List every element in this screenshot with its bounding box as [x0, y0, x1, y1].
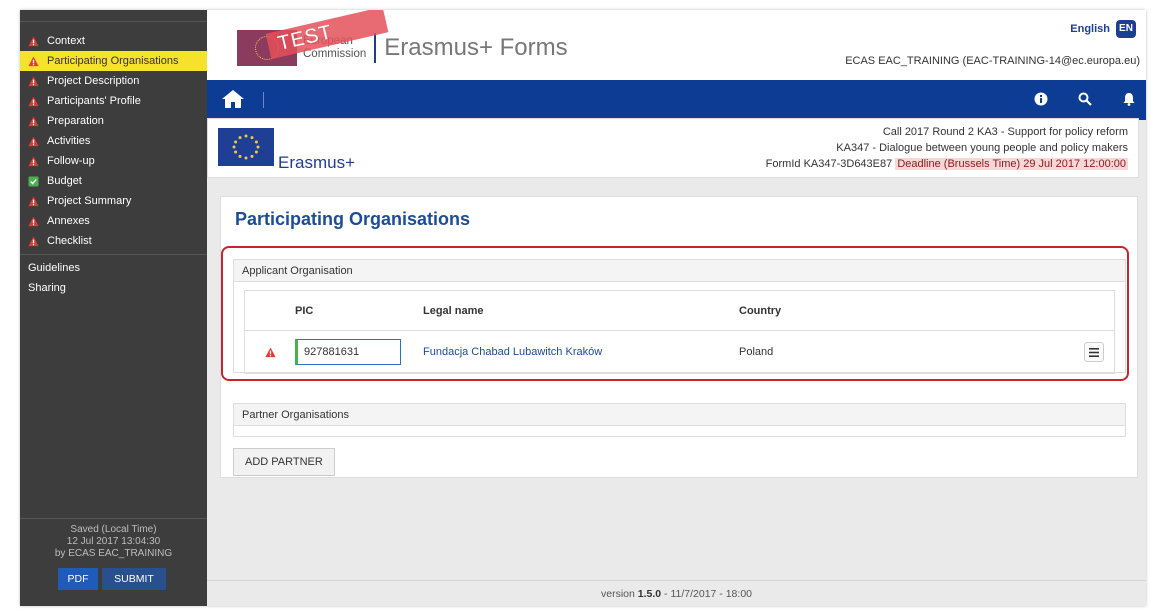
warning-icon	[28, 35, 39, 47]
sidebar-item-label: Follow-up	[47, 155, 95, 167]
warning-icon	[28, 215, 39, 227]
footer: version 1.5.0 - 11/7/2017 - 18:00	[207, 580, 1146, 606]
applicant-table: PIC Legal name Country Fundacja Chabad L…	[244, 290, 1115, 374]
sidebar-item-annexes[interactable]: Annexes	[20, 211, 207, 231]
sidebar-item-label: Annexes	[47, 215, 90, 227]
column-legal-name: Legal name	[423, 305, 484, 317]
call-details: Call 2017 Round 2 KA3 - Support for poli…	[766, 124, 1128, 172]
check-icon	[28, 175, 39, 187]
save-status-user: by ECAS EAC_TRAINING	[54, 548, 173, 559]
info-icon[interactable]	[1032, 90, 1050, 108]
sidebar-item-checklist[interactable]: Checklist	[20, 231, 207, 251]
warning-icon	[28, 235, 39, 247]
home-icon[interactable]	[221, 88, 247, 112]
sidebar-item-label: Budget	[47, 175, 82, 187]
sidebar-item-label: Preparation	[47, 115, 104, 127]
partner-heading: Partner Organisations	[234, 404, 1125, 426]
call-line: Call 2017 Round 2 KA3 - Support for poli…	[882, 126, 1128, 138]
bell-icon[interactable]	[1120, 90, 1138, 108]
save-status: Saved (Local Time) 12 Jul 2017 13:04:30 …	[20, 518, 207, 560]
sidebar-item-budget[interactable]: Budget	[20, 171, 207, 191]
legal-name-link[interactable]: Fundacja Chabad Lubawitch Kraków	[423, 346, 602, 358]
pic-input[interactable]	[295, 339, 401, 365]
sidebar-divider	[20, 254, 207, 255]
sidebar-top-divider	[20, 10, 207, 22]
sidebar-actions: PDF SUBMIT	[58, 568, 166, 590]
guidelines-link[interactable]: Guidelines	[20, 258, 207, 278]
applicant-section: Applicant Organisation PIC Legal name Co…	[233, 259, 1126, 374]
warning-icon	[28, 195, 39, 207]
sidebar-item-activities[interactable]: Activities	[20, 131, 207, 151]
warning-icon	[28, 75, 39, 87]
language-selector: English EN	[1070, 20, 1136, 38]
add-partner-button[interactable]: ADD PARTNER	[233, 448, 335, 476]
sidebar-item-label: Participating Organisations	[47, 55, 179, 67]
version-prefix: version	[601, 588, 638, 600]
sidebar-item-project-description[interactable]: Project Description	[20, 71, 207, 91]
page-title: Participating Organisations	[235, 209, 471, 229]
logo-divider	[374, 33, 377, 63]
warning-icon	[28, 155, 39, 167]
language-code-badge[interactable]: EN	[1116, 20, 1136, 38]
sidebar-item-follow-up[interactable]: Follow-up	[20, 151, 207, 171]
submit-button[interactable]: SUBMIT	[102, 568, 166, 590]
save-status-label: Saved (Local Time)	[70, 524, 157, 535]
form-id: FormId KA347-3D643E87	[765, 158, 893, 170]
nav-divider	[263, 92, 264, 108]
sidebar-item-preparation[interactable]: Preparation	[20, 111, 207, 131]
user-info: ECAS EAC_TRAINING (EAC-TRAINING-14@ec.eu…	[845, 55, 1140, 67]
sidebar: Context Participating Organisations Proj…	[20, 10, 207, 606]
sidebar-item-participating-organisations[interactable]: Participating Organisations	[20, 51, 207, 71]
header: European Commission Erasmus+ Forms TEST …	[207, 10, 1146, 80]
sidebar-item-participants-profile[interactable]: Participants' Profile	[20, 91, 207, 111]
warning-icon	[28, 95, 39, 107]
eu-flag-icon	[218, 128, 274, 166]
save-status-time: 12 Jul 2017 13:04:30	[66, 536, 161, 547]
warning-icon	[28, 115, 39, 127]
app-title: Erasmus+ Forms	[384, 34, 568, 61]
pdf-button[interactable]: PDF	[58, 568, 98, 590]
sharing-link[interactable]: Sharing	[20, 278, 207, 298]
main-content: Participating Organisations Applicant Or…	[220, 196, 1138, 478]
sidebar-item-label: Context	[47, 35, 85, 47]
partner-section: Partner Organisations	[233, 403, 1126, 437]
sidebar-item-label: Participants' Profile	[47, 95, 141, 107]
sidebar-item-label: Activities	[47, 135, 91, 147]
sidebar-item-label: Project Description	[47, 75, 140, 87]
row-menu-button[interactable]	[1084, 342, 1104, 362]
version-number: 1.5.0	[637, 588, 662, 600]
hamburger-icon	[1089, 347, 1099, 357]
table-header: PIC Legal name Country	[245, 291, 1114, 331]
application-frame: Context Participating Organisations Proj…	[20, 10, 1146, 606]
nav-actions	[1032, 90, 1138, 108]
warning-icon	[28, 55, 39, 67]
warning-icon	[28, 135, 39, 147]
sidebar-item-label: Project Summary	[47, 195, 132, 207]
search-icon[interactable]	[1076, 90, 1094, 108]
column-pic: PIC	[295, 305, 314, 317]
sidebar-item-label: Checklist	[47, 235, 92, 247]
version-date: - 11/7/2017 - 18:00	[661, 588, 752, 600]
programme-info: Erasmus+ Call 2017 Round 2 KA3 - Support…	[207, 118, 1139, 178]
programme-name: Erasmus+	[278, 153, 355, 172]
form-id-line: FormId KA347-3D643E87 Deadline (Brussels…	[766, 156, 1128, 172]
deadline: Deadline (Brussels Time) 29 Jul 2017 12:…	[895, 158, 1128, 170]
column-country: Country	[739, 305, 782, 317]
table-row: Fundacja Chabad Lubawitch Kraków Poland	[245, 331, 1114, 373]
sidebar-item-project-summary[interactable]: Project Summary	[20, 191, 207, 211]
applicant-heading: Applicant Organisation	[234, 260, 1125, 282]
action-line: KA347 - Dialogue between young people an…	[836, 142, 1128, 154]
country-value: Poland	[739, 346, 774, 358]
section-nav: Context Participating Organisations Proj…	[20, 22, 207, 251]
language-link[interactable]: English	[1070, 23, 1110, 35]
warning-icon	[245, 346, 295, 358]
sidebar-item-context[interactable]: Context	[20, 31, 207, 51]
top-nav-bar	[207, 80, 1146, 120]
